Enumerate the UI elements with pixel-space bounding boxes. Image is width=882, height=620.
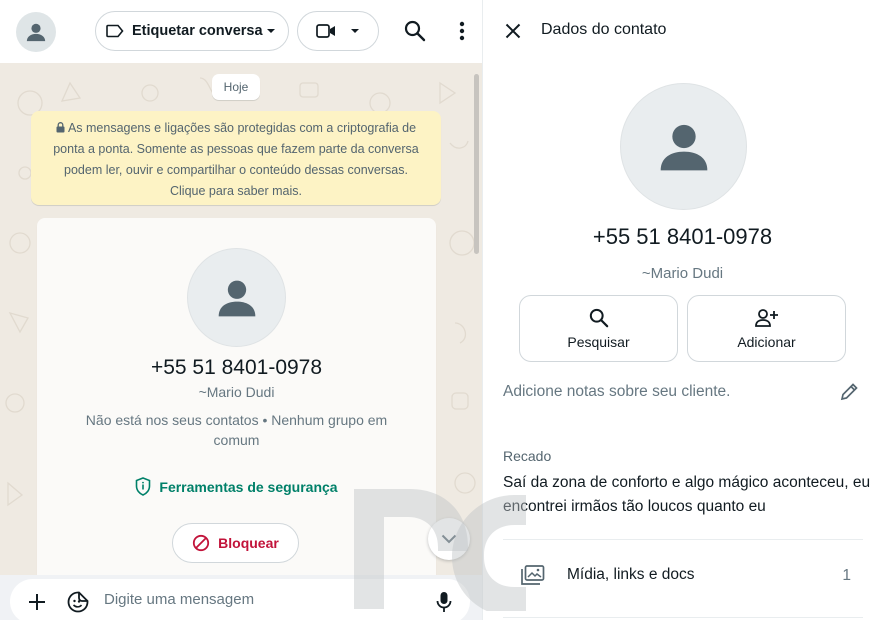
caret-down-icon: [267, 29, 275, 33]
video-call-button[interactable]: [297, 11, 379, 51]
media-count: 1: [842, 567, 851, 584]
chat-header: Etiquetar conversa: [0, 0, 482, 63]
more-options-icon[interactable]: [458, 21, 466, 41]
video-camera-icon: [316, 24, 335, 38]
contact-info-card: +55 51 8401-0978 ~Mario Dudi Não está no…: [37, 218, 436, 598]
divider: [503, 617, 863, 618]
plus-icon[interactable]: [28, 593, 46, 611]
media-links-docs-row[interactable]: Mídia, links e docs 1: [503, 541, 863, 617]
close-icon[interactable]: [505, 23, 521, 39]
sticker-emoji-icon[interactable]: [67, 591, 89, 613]
block-icon: [193, 534, 210, 552]
block-label: Bloquear: [218, 535, 279, 551]
chevron-down-icon: [441, 534, 457, 544]
caret-down-icon: [351, 29, 359, 33]
chat-pane: Etiquetar conversa Hoje As mensagens e l…: [0, 0, 483, 620]
add-contact-label: Adicionar: [737, 333, 796, 350]
media-links-docs-label: Mídia, links e docs: [567, 566, 695, 583]
shield-icon: [136, 477, 151, 496]
pencil-icon[interactable]: [839, 382, 859, 402]
contact-phone: +55 51 8401-0978: [592, 224, 773, 249]
contact-name: ~Mario Dudi: [198, 384, 275, 400]
scroll-to-bottom-button[interactable]: [428, 518, 470, 560]
client-notes[interactable]: Adicione notas sobre seu cliente.: [503, 383, 730, 401]
contact-relation-info: Não está nos seus contatos • Nenhum grup…: [85, 412, 388, 448]
media-gallery-icon: [521, 565, 545, 585]
about-label: Recado: [503, 448, 552, 464]
encryption-notice[interactable]: As mensagens e ligações são protegidas c…: [31, 111, 441, 205]
contact-avatar-large[interactable]: [620, 83, 747, 210]
search-icon: [589, 308, 608, 327]
person-icon: [660, 124, 707, 170]
contact-details-panel: Dados do contato +55 51 8401-0978 ~Mario…: [483, 0, 882, 620]
encryption-notice-text: As mensagens e ligações são protegidas c…: [53, 121, 419, 198]
person-icon: [26, 23, 46, 42]
label-chat-label: Etiquetar conversa: [132, 23, 263, 39]
message-composer: [0, 575, 482, 620]
contact-phone: +55 51 8401-0978: [150, 356, 323, 379]
panel-title: Dados do contato: [541, 21, 667, 38]
chat-scrollbar[interactable]: [474, 74, 479, 254]
divider: [503, 539, 863, 540]
about-text: Saí da zona de conforto e algo mágico ac…: [503, 474, 871, 515]
add-contact-button[interactable]: Adicionar: [687, 295, 846, 362]
search-icon[interactable]: [404, 20, 426, 42]
search-messages-label: Pesquisar: [567, 333, 630, 350]
security-tools-label: Ferramentas de segurança: [159, 478, 338, 495]
lock-icon: [56, 122, 65, 133]
label-icon: [106, 24, 124, 38]
date-chip: Hoje: [212, 74, 260, 100]
person-icon: [218, 280, 255, 316]
message-input[interactable]: [104, 588, 414, 610]
label-chat-button[interactable]: Etiquetar conversa: [95, 11, 289, 51]
microphone-icon[interactable]: [436, 591, 452, 613]
contact-avatar[interactable]: [16, 12, 56, 52]
block-button[interactable]: Bloquear: [172, 523, 299, 563]
add-person-icon: [754, 308, 778, 327]
security-tools-link[interactable]: Ferramentas de segurança: [37, 477, 436, 496]
search-messages-button[interactable]: Pesquisar: [519, 295, 678, 362]
contact-avatar: [187, 248, 286, 347]
contact-name: ~Mario Dudi: [641, 265, 724, 282]
